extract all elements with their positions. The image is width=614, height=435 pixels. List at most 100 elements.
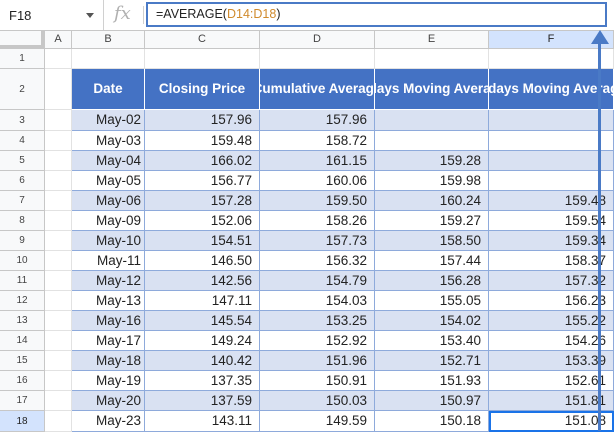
row-header-14[interactable]: 14: [0, 331, 45, 351]
table-cell-cum[interactable]: 158.72: [260, 131, 375, 151]
cell-row1[interactable]: [489, 49, 614, 69]
table-cell-cum[interactable]: 161.15: [260, 151, 375, 171]
table-cell-date[interactable]: May-23: [72, 411, 145, 432]
cell-a7[interactable]: [45, 191, 72, 211]
table-cell-ma5[interactable]: 159.34: [489, 231, 614, 251]
table-cell-ma5[interactable]: 153.39: [489, 351, 614, 371]
table-cell-ma3[interactable]: 154.02: [375, 311, 489, 331]
table-cell-date[interactable]: May-10: [72, 231, 145, 251]
table-cell-ma3[interactable]: [375, 131, 489, 151]
table-cell-ma5[interactable]: [489, 131, 614, 151]
table-cell-cum[interactable]: 150.91: [260, 371, 375, 391]
row-header-7[interactable]: 7: [0, 191, 45, 211]
cell-a2[interactable]: [45, 69, 72, 110]
table-cell-date[interactable]: May-03: [72, 131, 145, 151]
table-cell-ma5[interactable]: [489, 151, 614, 171]
table-cell-ma5[interactable]: 155.22: [489, 311, 614, 331]
row-header-4[interactable]: 4: [0, 131, 45, 151]
table-cell-cum[interactable]: 150.03: [260, 391, 375, 411]
row-header-10[interactable]: 10: [0, 251, 45, 271]
table-cell-date[interactable]: May-18: [72, 351, 145, 371]
row-header-2[interactable]: 2: [0, 69, 45, 110]
table-cell-ma3[interactable]: [375, 110, 489, 131]
row-header-8[interactable]: 8: [0, 211, 45, 231]
cell-a8[interactable]: [45, 211, 72, 231]
cell-a11[interactable]: [45, 271, 72, 291]
table-cell-ma3[interactable]: 150.18: [375, 411, 489, 432]
table-cell-close[interactable]: 156.77: [145, 171, 260, 191]
row-header-13[interactable]: 13: [0, 311, 45, 331]
table-cell-cum[interactable]: 154.79: [260, 271, 375, 291]
cell-a5[interactable]: [45, 151, 72, 171]
table-cell-ma5[interactable]: 159.54: [489, 211, 614, 231]
table-cell-ma3[interactable]: 151.93: [375, 371, 489, 391]
column-header-d[interactable]: D: [260, 31, 375, 49]
cell-a12[interactable]: [45, 291, 72, 311]
table-cell-date[interactable]: May-13: [72, 291, 145, 311]
table-cell-close[interactable]: 143.11: [145, 411, 260, 432]
table-cell-ma3[interactable]: 159.28: [375, 151, 489, 171]
column-header-e[interactable]: E: [375, 31, 489, 49]
cell-a18[interactable]: [45, 411, 72, 432]
table-cell-close[interactable]: 154.51: [145, 231, 260, 251]
chevron-down-icon[interactable]: [86, 13, 94, 18]
cell-row1[interactable]: [260, 49, 375, 69]
cell-a15[interactable]: [45, 351, 72, 371]
table-cell-close[interactable]: 146.50: [145, 251, 260, 271]
select-all-corner[interactable]: [0, 31, 45, 49]
cell-a1[interactable]: [45, 49, 72, 69]
column-header-a[interactable]: A: [45, 31, 72, 49]
name-box[interactable]: F18: [0, 0, 104, 30]
table-cell-date[interactable]: May-11: [72, 251, 145, 271]
table-cell-cum[interactable]: 154.03: [260, 291, 375, 311]
table-cell-date[interactable]: May-09: [72, 211, 145, 231]
table-cell-date[interactable]: May-19: [72, 371, 145, 391]
table-cell-ma3[interactable]: 160.24: [375, 191, 489, 211]
table-cell-close[interactable]: 137.35: [145, 371, 260, 391]
table-cell-date[interactable]: May-02: [72, 110, 145, 131]
table-cell-date[interactable]: May-04: [72, 151, 145, 171]
table-cell-close[interactable]: 157.96: [145, 110, 260, 131]
row-header-1[interactable]: 1: [0, 49, 45, 69]
row-header-9[interactable]: 9: [0, 231, 45, 251]
table-cell-cum[interactable]: 153.25: [260, 311, 375, 331]
row-header-15[interactable]: 15: [0, 351, 45, 371]
table-cell-cum[interactable]: 156.32: [260, 251, 375, 271]
cell-row1[interactable]: [72, 49, 145, 69]
table-cell-cum[interactable]: 160.06: [260, 171, 375, 191]
table-cell-ma5[interactable]: [489, 171, 614, 191]
table-cell-ma3[interactable]: 157.44: [375, 251, 489, 271]
table-cell-ma3[interactable]: 159.27: [375, 211, 489, 231]
cell-a13[interactable]: [45, 311, 72, 331]
table-cell-date[interactable]: May-06: [72, 191, 145, 211]
table-cell-ma5[interactable]: [489, 110, 614, 131]
table-cell-close[interactable]: 149.24: [145, 331, 260, 351]
table-cell-cum[interactable]: 157.73: [260, 231, 375, 251]
cell-row1[interactable]: [375, 49, 489, 69]
table-cell-close[interactable]: 159.48: [145, 131, 260, 151]
table-cell-cum[interactable]: 159.50: [260, 191, 375, 211]
table-cell-ma3[interactable]: 159.98: [375, 171, 489, 191]
cell-a17[interactable]: [45, 391, 72, 411]
row-header-3[interactable]: 3: [0, 110, 45, 131]
row-header-16[interactable]: 16: [0, 371, 45, 391]
table-cell-ma3[interactable]: 156.28: [375, 271, 489, 291]
table-cell-date[interactable]: May-12: [72, 271, 145, 291]
table-cell-ma3[interactable]: 152.71: [375, 351, 489, 371]
cell-a10[interactable]: [45, 251, 72, 271]
table-cell-ma5[interactable]: 152.61: [489, 371, 614, 391]
table-cell-date[interactable]: May-05: [72, 171, 145, 191]
table-cell-cum[interactable]: 149.59: [260, 411, 375, 432]
table-cell-close[interactable]: 157.28: [145, 191, 260, 211]
table-cell-ma5[interactable]: 159.48: [489, 191, 614, 211]
table-cell-date[interactable]: May-17: [72, 331, 145, 351]
table-cell-ma5[interactable]: 154.26: [489, 331, 614, 351]
table-cell-ma5[interactable]: 156.23: [489, 291, 614, 311]
table-cell-ma5[interactable]: 151.81: [489, 391, 614, 411]
selected-cell[interactable]: 151.08: [489, 411, 614, 432]
table-cell-date[interactable]: May-20: [72, 391, 145, 411]
table-cell-ma5[interactable]: 157.32: [489, 271, 614, 291]
table-cell-ma5[interactable]: 158.37: [489, 251, 614, 271]
table-cell-close[interactable]: 166.02: [145, 151, 260, 171]
cell-row1[interactable]: [145, 49, 260, 69]
